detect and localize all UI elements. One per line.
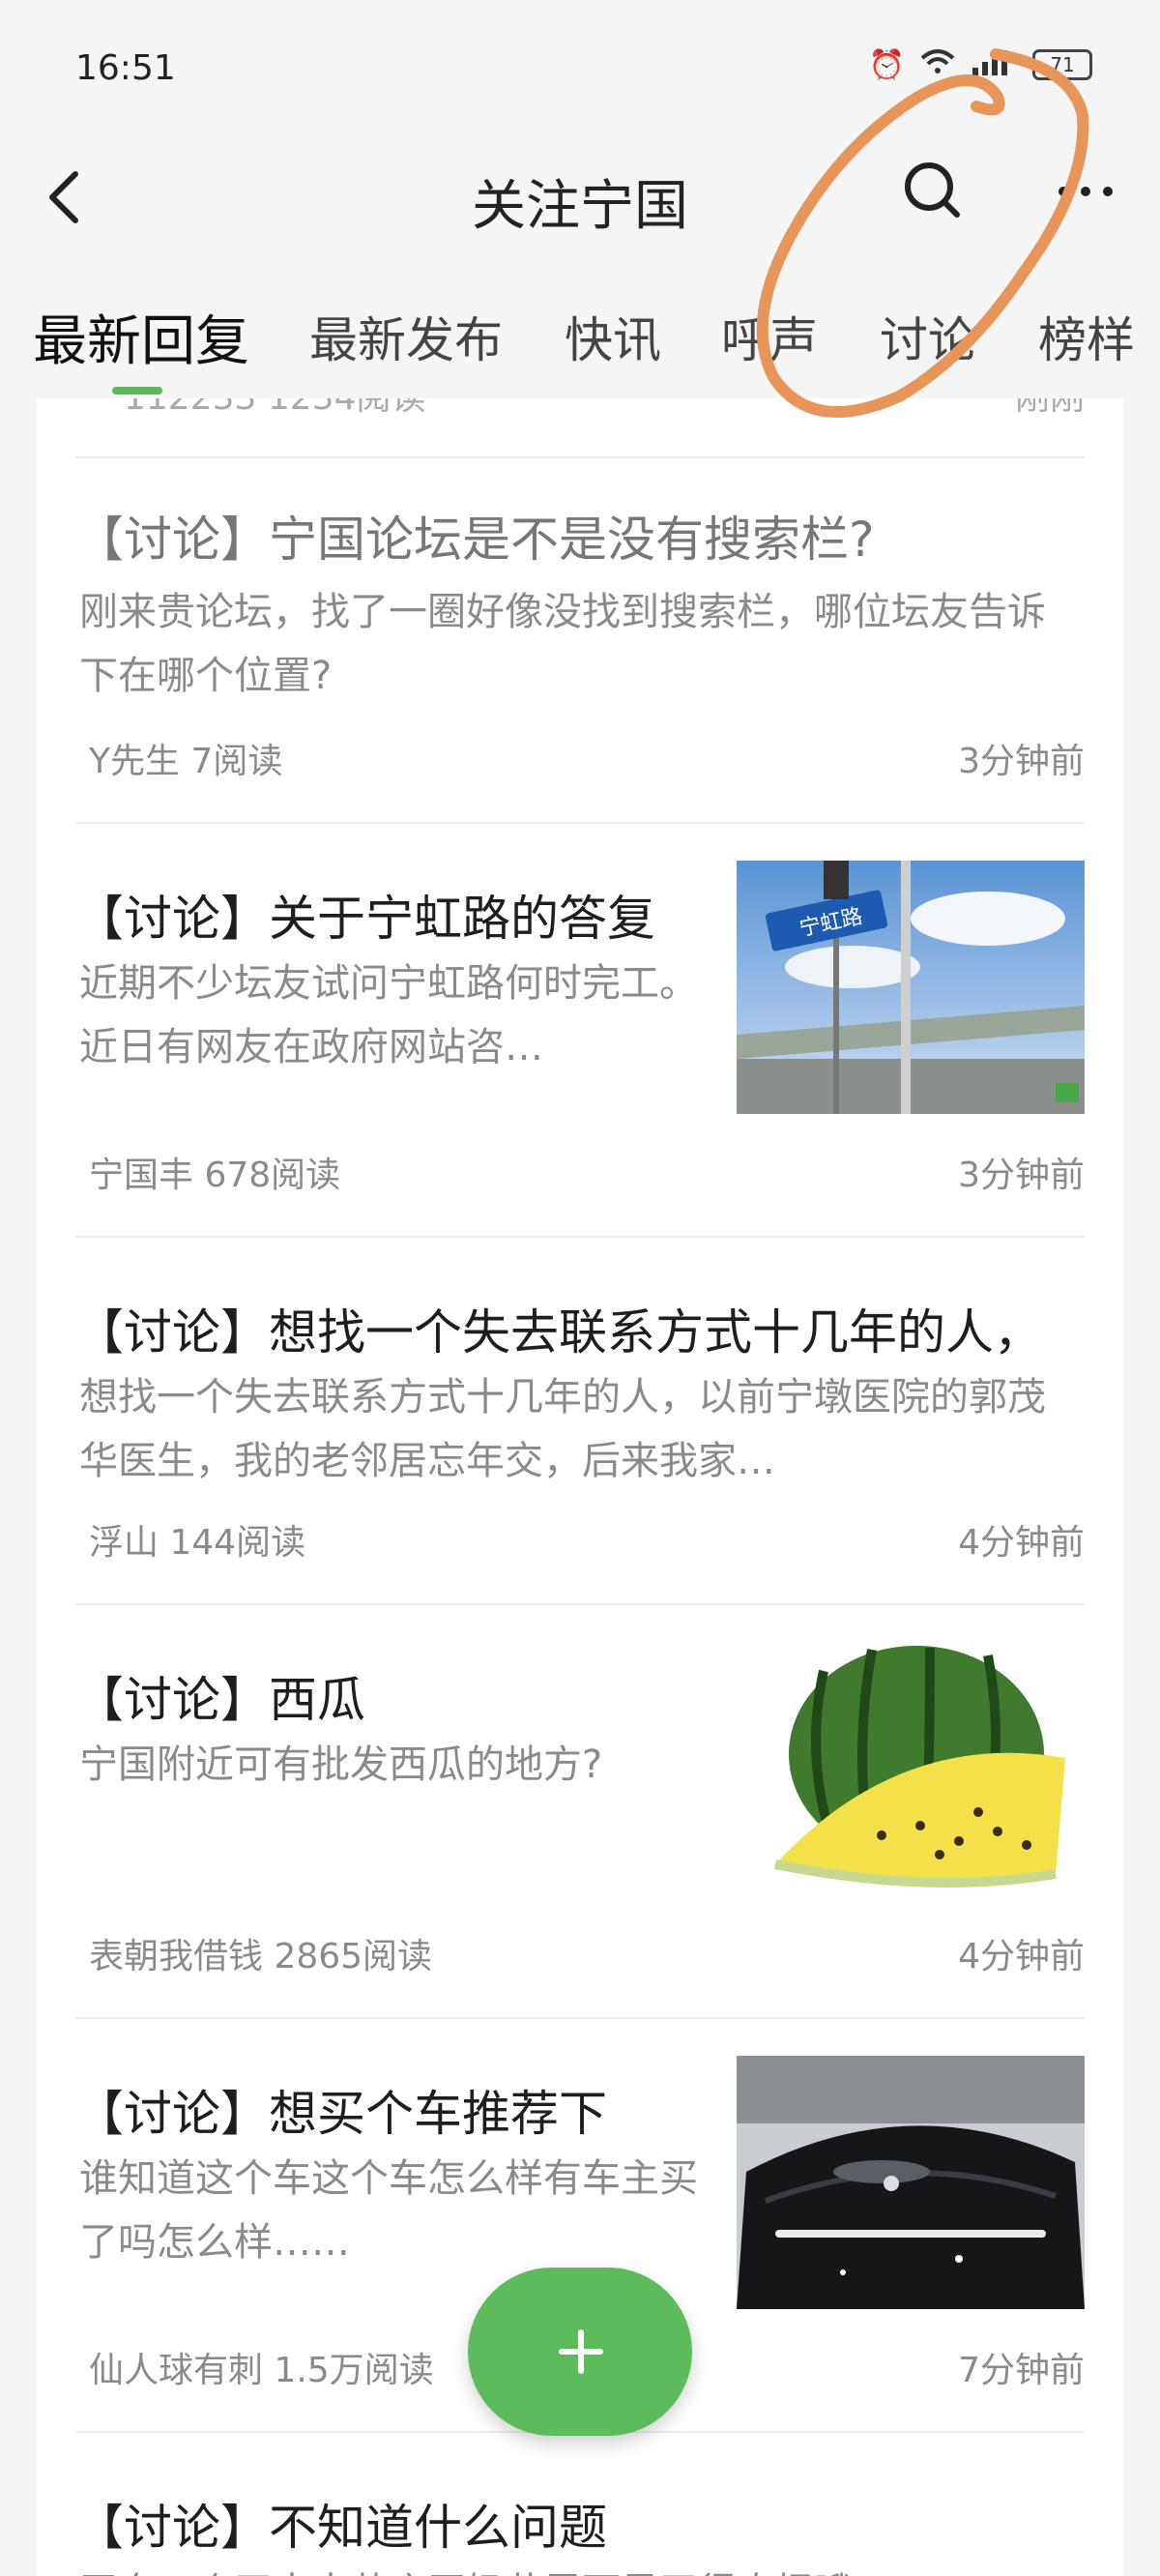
wifi-icon (918, 46, 957, 83)
list-item[interactable]: 【讨论】想找一个失去联系方式十几年的人， 想找一个失去联系方式十几年的人，以前宁… (75, 1274, 1085, 1565)
post-excerpt: 近期不少坛友试问宁虹路何时完工。近日有网友在政府网站咨… (79, 961, 698, 1069)
status-bar: 16:51 ⏰ 71 (0, 0, 1160, 135)
post-meta: 仙人球有刺 1.5万阅读 (89, 2351, 434, 2390)
category-tabs: 最新回复 最新发布 快讯 呼声 讨论 榜样 (0, 290, 1160, 398)
nav-bar: 关注宁国 (0, 135, 1160, 261)
post-meta: 112233 1234阅读 (124, 398, 426, 420)
post-title: 【讨论】宁国论坛是不是没有搜索栏? (75, 512, 875, 568)
more-icon[interactable] (1052, 157, 1119, 224)
new-post-button[interactable] (468, 2268, 692, 2436)
post-meta: 表朝我借钱 2865阅读 (89, 1937, 433, 1976)
list-item[interactable]: 【讨论】宁国论坛是不是没有搜索栏? 刚来贵论坛，找了一圈好像没找到搜索栏，哪位坛… (75, 495, 1085, 785)
battery-icon: 71 (1032, 49, 1092, 80)
post-excerpt: 刚来贵论坛，找了一圈好像没找到搜索栏，哪位坛友告诉下在哪个位置? (79, 590, 1046, 698)
post-title: 【讨论】想找一个失去联系方式十几年的人， (75, 1304, 1042, 1361)
divider (75, 1603, 1085, 1605)
post-time: 7分钟前 (958, 2351, 1085, 2390)
post-excerpt: 谁知道这个车这个车怎么样有车主买了吗怎么样…… (79, 2156, 698, 2265)
post-time: 3分钟前 (958, 742, 1085, 781)
post-excerpt: 想找一个失去联系方式十几年的人，以前宁墩医院的郭茂华医生，我的老邻居忘年交，后来… (79, 1375, 1046, 1483)
post-time: 4分钟前 (958, 1523, 1085, 1563)
list-item[interactable]: 【讨论】不知道什么问题 王奔一个天大大若店买奶花里面是天得奇怪哦 (75, 2470, 1085, 2576)
post-thumbnail (737, 2056, 1085, 2309)
page-title: 关注宁国 (472, 175, 688, 238)
post-time: 4分钟前 (958, 1937, 1085, 1976)
post-list[interactable]: 112233 1234阅读 刚刚 【讨论】宁国论坛是不是没有搜索栏? 刚来贵论坛… (37, 398, 1123, 2576)
list-item[interactable]: 【讨论】西瓜 宁国附近可有批发西瓜的地方? 表朝我借钱 2865阅读 4分钟前 (75, 1642, 1085, 2009)
tab-discussion[interactable]: 讨论 (880, 302, 976, 371)
divider (75, 1236, 1085, 1238)
signal-icon (971, 46, 1019, 83)
divider (75, 822, 1085, 824)
post-meta: Y先生 7阅读 (89, 742, 283, 781)
alarm-icon: ⏰ (868, 47, 905, 82)
list-item[interactable]: 【讨论】关于宁虹路的答复 近期不少坛友试问宁虹路何时完工。近日有网友在政府网站咨… (75, 861, 1085, 1228)
post-excerpt: 宁国附近可有批发西瓜的地方? (79, 1742, 603, 1787)
status-icons: ⏰ 71 (869, 46, 1092, 83)
list-item[interactable]: 112233 1234阅读 刚刚 (75, 398, 1085, 431)
tab-voice[interactable]: 呼声 (721, 302, 818, 371)
post-title: 【讨论】想买个车推荐下 (75, 2086, 607, 2142)
post-excerpt: 王奔一个天大大若店买奶花里面是天得奇怪哦 (79, 2561, 1046, 2576)
tab-news-flash[interactable]: 快讯 (565, 302, 661, 371)
post-thumbnail (737, 1642, 1085, 1895)
post-time: 3分钟前 (958, 1156, 1085, 1195)
divider (75, 2017, 1085, 2019)
post-title: 【讨论】关于宁虹路的答复 (75, 891, 655, 947)
post-meta: 宁国丰 678阅读 (89, 1156, 341, 1195)
post-title: 【讨论】西瓜 (75, 1672, 365, 1728)
tab-indicator (112, 387, 162, 395)
post-time: 刚刚 (1015, 398, 1085, 420)
post-meta: 浮山 144阅读 (89, 1523, 306, 1563)
tab-latest-post[interactable]: 最新发布 (309, 302, 503, 371)
post-title: 【讨论】不知道什么问题 (75, 2500, 607, 2556)
post-thumbnail: 宁虹路 (737, 861, 1085, 1114)
status-time: 16:51 (75, 48, 176, 88)
search-icon[interactable] (899, 157, 967, 224)
tab-latest-reply[interactable]: 最新回复 (33, 298, 249, 376)
tab-role-model[interactable]: 榜样 (1038, 302, 1135, 371)
divider (75, 456, 1085, 458)
